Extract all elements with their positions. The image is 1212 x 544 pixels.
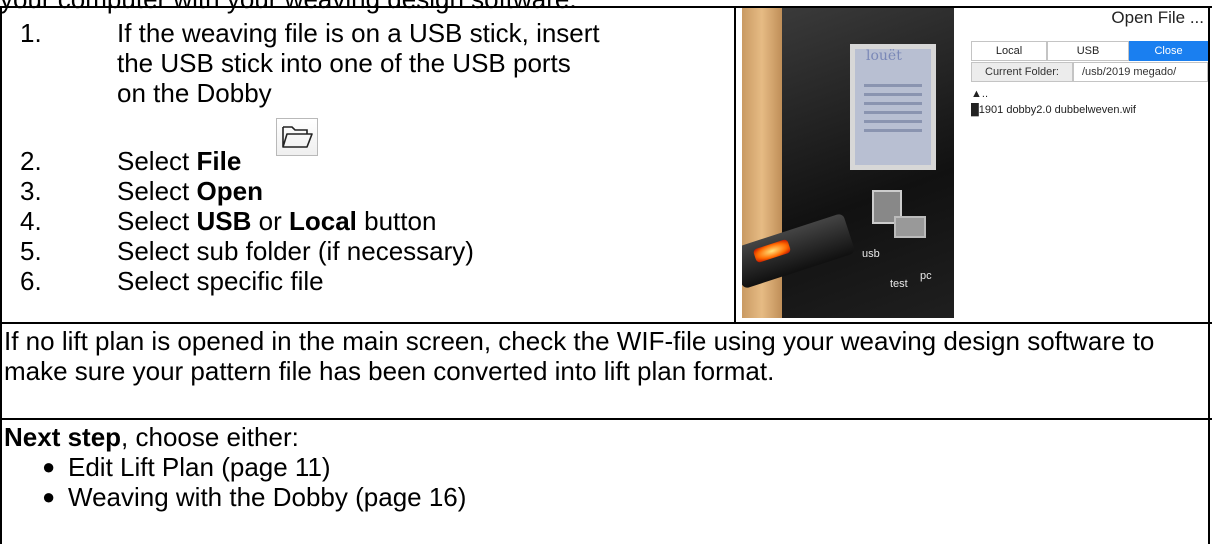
next-step-line: Next step, choose either: (4, 422, 299, 452)
usb-b-port (894, 216, 926, 238)
table-column-divider (734, 6, 736, 322)
current-folder-label: Current Folder: (971, 62, 1073, 82)
instruction-table: 1. If the weaving file is on a USB stick… (0, 0, 1212, 544)
bullet-icon: ● (42, 484, 56, 509)
pc-label: pc (920, 270, 932, 282)
option-edit-lift-plan: ● Edit Lift Plan (page 11) (42, 452, 331, 482)
open-folder-icon (276, 118, 318, 156)
parent-folder-entry[interactable]: ▲.. (971, 88, 988, 100)
louet-logo: louët (866, 48, 902, 64)
option-weaving-with-dobby: ● Weaving with the Dobby (page 16) (42, 482, 467, 512)
lift-plan-note: If no lift plan is opened in the main sc… (4, 326, 1155, 386)
dobby-usb-photo: louët usb test pc (742, 8, 954, 318)
table-divider-1 (0, 322, 1212, 324)
up-arrow-icon: ▲ (971, 88, 982, 100)
usb-button[interactable]: USB (1047, 41, 1129, 61)
table-border-left (0, 6, 2, 544)
table-divider-2 (0, 418, 1212, 420)
current-folder-path: /usb/2019 megado/ (1073, 62, 1208, 82)
file-entry[interactable]: █1901 dobby2.0 dubbelweven.wif (971, 104, 1136, 116)
dialog-title: Open File ... (1111, 8, 1204, 27)
close-button[interactable]: Close (1129, 41, 1208, 61)
open-file-dialog: Open File ... Local USB Close Current Fo… (955, 0, 1212, 170)
screen-text-lines (858, 78, 928, 138)
bullet-icon: ● (42, 454, 56, 479)
file-icon: █ (971, 104, 979, 116)
usb-label: usb (862, 248, 880, 260)
test-label: test (890, 278, 908, 290)
local-button[interactable]: Local (971, 41, 1047, 61)
